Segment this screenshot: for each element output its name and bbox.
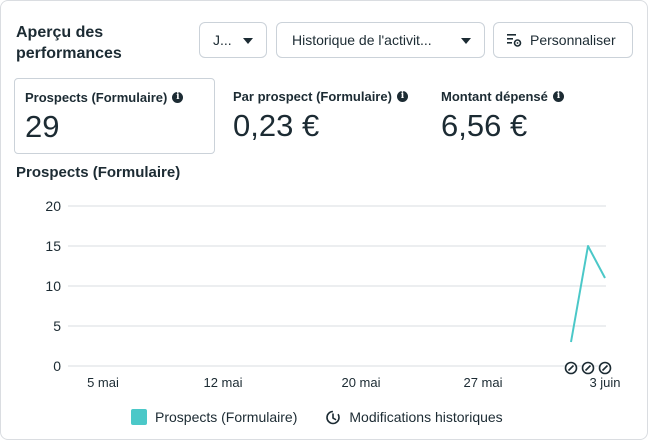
leads-line-chart: 20 15 10 5 0 5 mai 12 mai 20 mai 27 mai 3 juin — [1, 191, 649, 401]
x-tick-label: 3 juin — [589, 375, 620, 390]
x-axis-ticks: 5 mai 12 mai 20 mai 27 mai 3 juin — [87, 375, 620, 390]
y-tick-label: 15 — [45, 238, 61, 254]
chevron-down-icon — [243, 38, 253, 44]
customize-gear-icon — [506, 32, 522, 48]
metric-cost-per-lead-label: Par prospect (Formulaire) — [233, 89, 392, 104]
customize-button-label: Personnaliser — [530, 32, 616, 48]
chevron-down-icon — [461, 38, 471, 44]
metric-amount-spent[interactable]: Montant dépensé i 6,56 € — [431, 78, 631, 154]
series-layer — [571, 246, 605, 342]
x-tick-label: 20 mai — [341, 375, 380, 390]
legend-swatch — [131, 409, 147, 425]
x-tick-label: 5 mai — [87, 375, 119, 390]
y-tick-label: 10 — [45, 278, 61, 294]
performance-card: Aperçu des performances J... Historique … — [0, 0, 648, 440]
history-change-icon — [325, 409, 341, 425]
info-icon[interactable]: i — [553, 91, 564, 102]
x-tick-label: 27 mai — [463, 375, 502, 390]
date-range-dropdown[interactable]: J... — [199, 22, 267, 58]
date-range-label: J... — [213, 32, 232, 48]
legend-series-label[interactable]: Prospects (Formulaire) — [155, 409, 297, 425]
y-tick-label: 20 — [45, 198, 61, 214]
metric-leads-label: Prospects (Formulaire) — [25, 90, 167, 105]
metric-cost-per-lead-value: 0,23 € — [233, 108, 319, 144]
series-line — [571, 246, 605, 342]
history-dropdown-label: Historique de l'activit... — [292, 32, 432, 48]
info-icon[interactable]: i — [172, 92, 183, 103]
history-markers — [566, 363, 611, 374]
card-title: Aperçu des performances — [16, 22, 176, 64]
metric-leads[interactable]: Prospects (Formulaire) i 29 — [14, 78, 215, 154]
metric-amount-spent-value: 6,56 € — [441, 108, 527, 144]
y-axis-ticks: 20 15 10 5 0 — [45, 198, 61, 374]
metric-amount-spent-label: Montant dépensé — [441, 89, 548, 104]
metric-cost-per-lead[interactable]: Par prospect (Formulaire) i 0,23 € — [223, 78, 423, 154]
customize-button[interactable]: Personnaliser — [493, 22, 633, 58]
legend-history-label: Modifications historiques — [349, 409, 502, 425]
history-dropdown[interactable]: Historique de l'activit... — [276, 22, 485, 58]
info-icon[interactable]: i — [397, 91, 408, 102]
y-tick-label: 0 — [53, 358, 61, 374]
metric-leads-value: 29 — [25, 109, 59, 145]
chart-grid — [68, 206, 606, 366]
chart-title: Prospects (Formulaire) — [16, 164, 180, 181]
x-tick-label: 12 mai — [203, 375, 242, 390]
y-tick-label: 5 — [53, 318, 61, 334]
chart-legend: Prospects (Formulaire) Modifications his… — [131, 409, 503, 425]
